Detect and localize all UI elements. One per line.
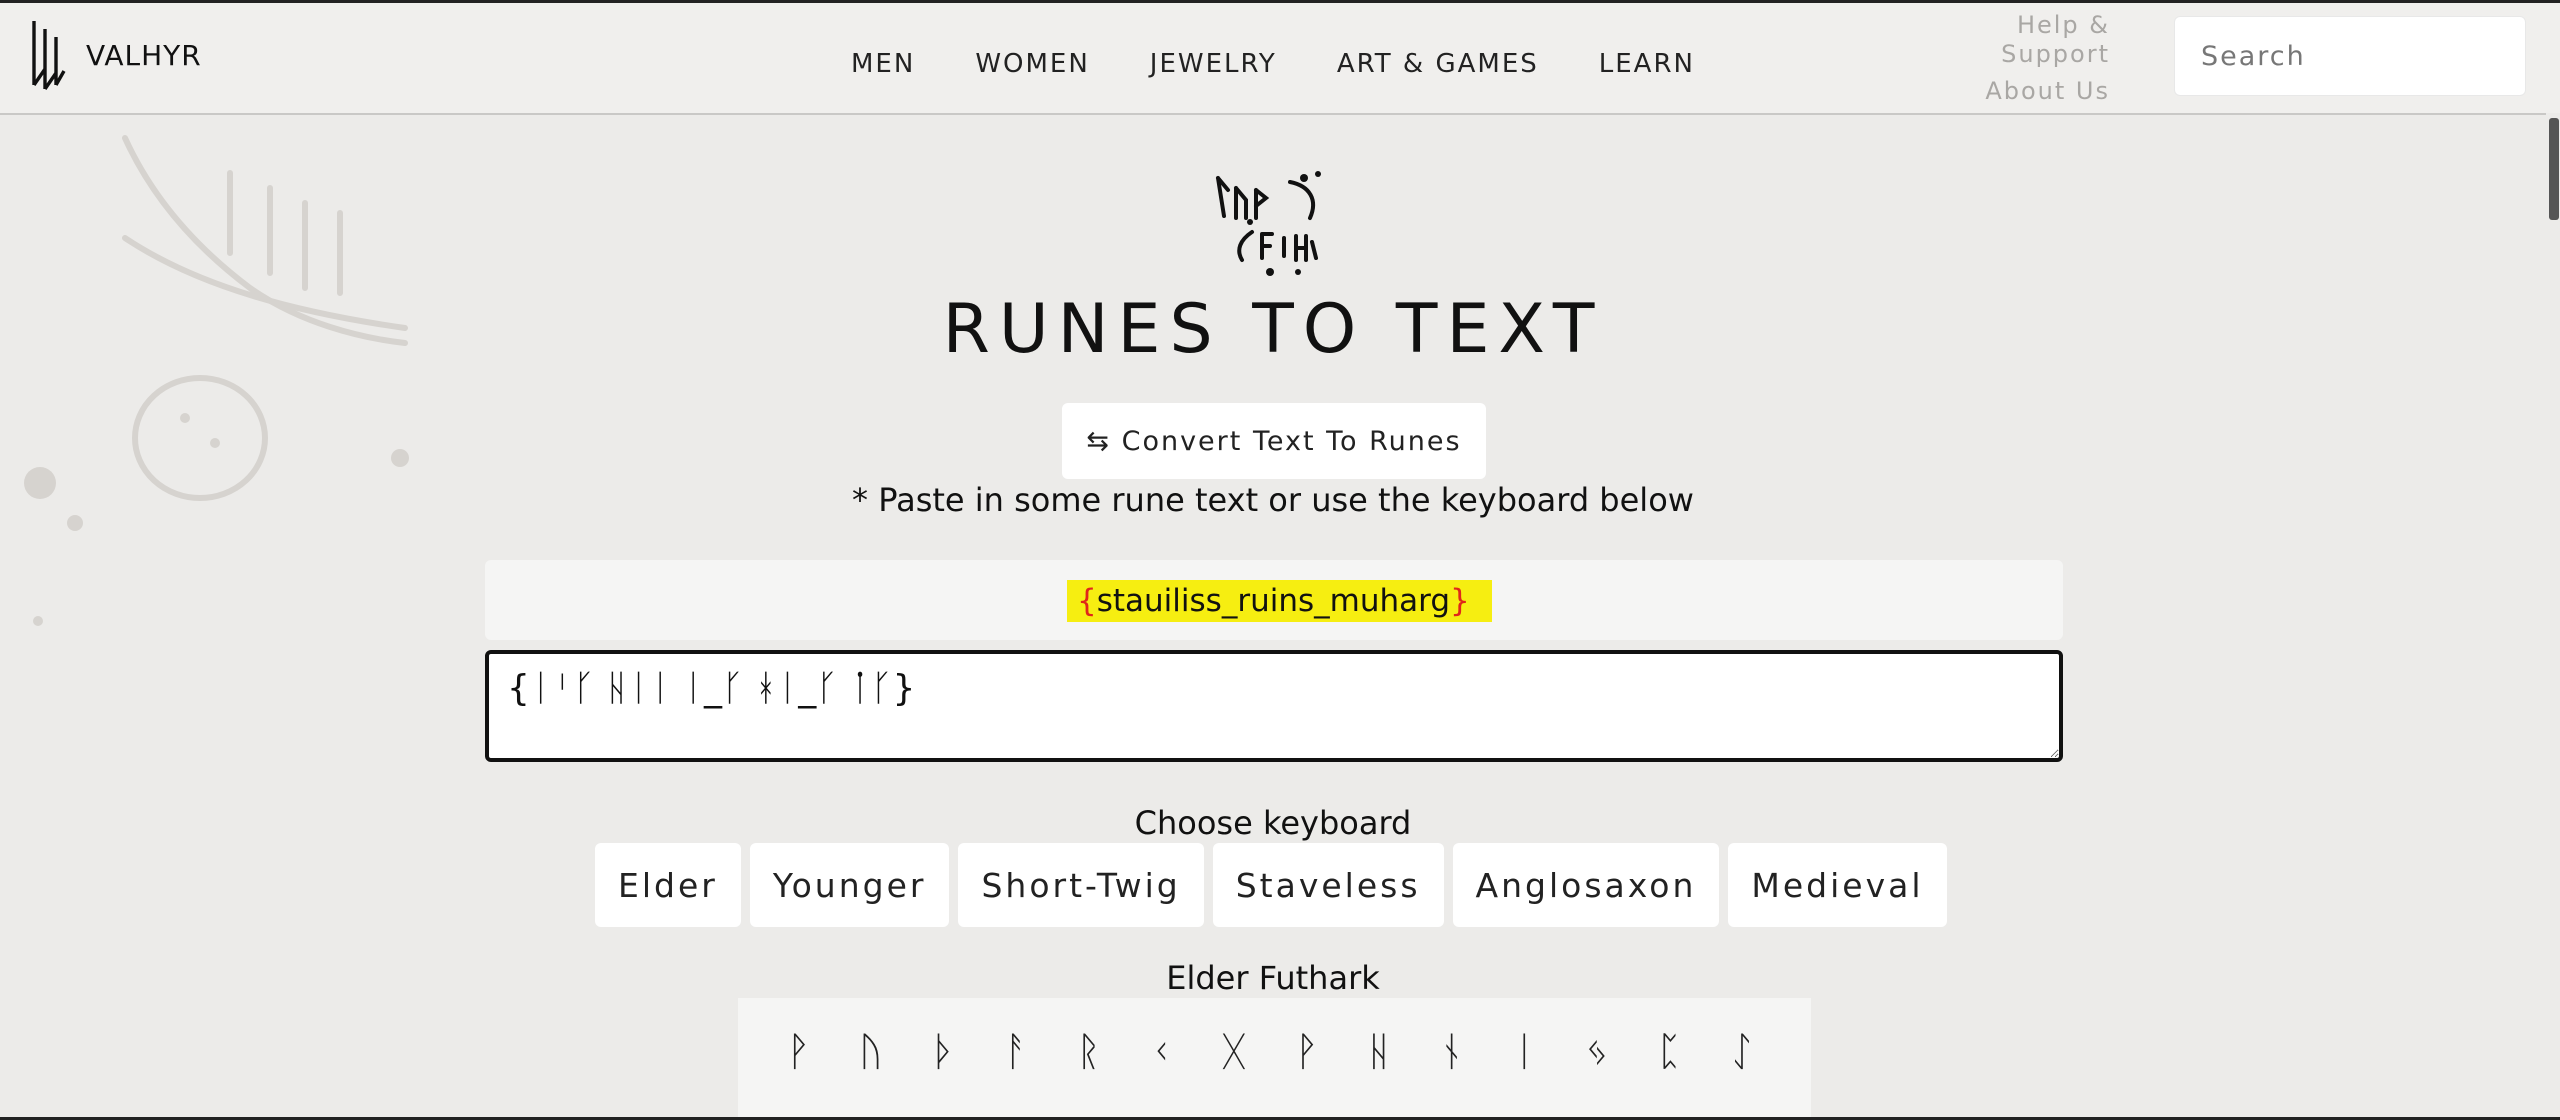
rune-key[interactable]: ᚹ [762, 1022, 835, 1082]
rune-key[interactable]: ᚦ [907, 1022, 980, 1082]
help-support-link[interactable]: Help & Support [1940, 11, 2110, 69]
rune-key[interactable]: ᚨ [980, 1022, 1053, 1082]
background-rune-carving-decoration [24, 135, 409, 626]
keyboard-title: Elder Futhark [1166, 959, 1380, 997]
keyboard-staveless-button[interactable]: Staveless [1212, 843, 1444, 927]
rune-key[interactable]: ᛈ [1633, 1022, 1706, 1082]
keyboard-selector: Elder Younger Short-Twig Staveless Anglo… [595, 843, 1956, 927]
rune-key[interactable]: ᚾ [1415, 1022, 1488, 1082]
header-links: Help & Support About Us [1940, 11, 2110, 106]
rune-key[interactable]: ᛃ [1561, 1022, 1634, 1082]
brand-name: VALHYR [86, 38, 202, 72]
brand[interactable]: VALHYR [28, 19, 202, 91]
rune-keyboard-keys: ᚹ ᚢ ᚦ ᚨ ᚱ ᚲ ᚷ ᚹ ᚺ ᚾ ᛁ ᛃ ᛈ ᛇ [738, 1022, 1811, 1082]
output-close-brace: } [1450, 583, 1470, 619]
site-header: VALHYR MEN WOMEN JEWELRY ART & GAMES LEA… [0, 3, 2560, 115]
nav-item-art-games[interactable]: ART & GAMES [1337, 49, 1539, 79]
output-open-brace: { [1077, 583, 1097, 619]
page-scrollbar-track[interactable] [2546, 113, 2560, 1117]
main-nav: MEN WOMEN JEWELRY ART & GAMES LEARN [851, 49, 1755, 79]
rune-key[interactable]: ᚷ [1198, 1022, 1271, 1082]
output-translation: stauiliss_ruins_muharg [1096, 583, 1450, 619]
keyboard-short-twig-button[interactable]: Short-Twig [958, 843, 1204, 927]
nav-item-men[interactable]: MEN [851, 49, 915, 79]
about-us-link[interactable]: About Us [1940, 77, 2110, 106]
rune-key[interactable]: ᚢ [835, 1022, 908, 1082]
rune-key[interactable]: ᚹ [1270, 1022, 1343, 1082]
keyboard-medieval-button[interactable]: Medieval [1728, 843, 1947, 927]
choose-keyboard-label: Choose keyboard [1134, 804, 1412, 842]
keyboard-elder-button[interactable]: Elder [595, 843, 741, 927]
keyboard-anglosaxon-button[interactable]: Anglosaxon [1452, 843, 1720, 927]
instruction-hint: * Paste in some rune text or use the key… [852, 481, 1694, 519]
rune-key[interactable]: ᚺ [1343, 1022, 1416, 1082]
futhark-logo-icon [1216, 171, 1321, 276]
valhyr-rune-logo-icon [32, 21, 66, 90]
convert-text-to-runes-button[interactable]: ⇆ Convert Text To Runes [1062, 403, 1486, 479]
page-title: RUNES TO TEXT [942, 290, 1604, 369]
rune-text-input[interactable]: {ᛁᛌᚴ ᚺᛁᛁ ᛁ_ᚴ ᚼᛁ_ᚴ ᛙᚴ} [485, 650, 2063, 762]
nav-item-women[interactable]: WOMEN [975, 49, 1089, 79]
search-input[interactable] [2174, 16, 2526, 96]
rune-key[interactable]: ᚲ [1125, 1022, 1198, 1082]
page-scrollbar-thumb[interactable] [2549, 118, 2559, 220]
keyboard-younger-button[interactable]: Younger [749, 843, 950, 927]
rune-key[interactable]: ᚱ [1052, 1022, 1125, 1082]
nav-item-learn[interactable]: LEARN [1599, 49, 1695, 79]
translation-output-text: {stauiliss_ruins_muharg} [1067, 580, 1492, 622]
rune-key[interactable]: ᛇ [1706, 1022, 1779, 1082]
rune-key[interactable]: ᛁ [1488, 1022, 1561, 1082]
nav-item-jewelry[interactable]: JEWELRY [1150, 49, 1277, 79]
